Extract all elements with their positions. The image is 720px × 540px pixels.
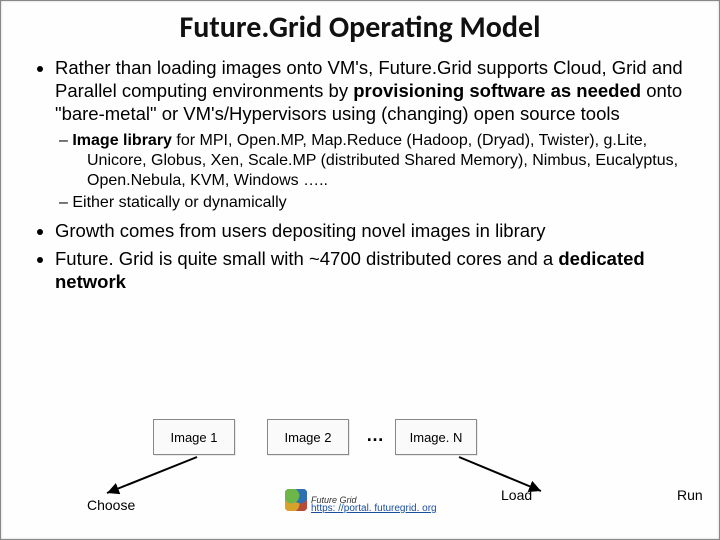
bullet-2: Growth comes from users depositing novel… [55,219,689,242]
arrow-choose [99,451,209,499]
sub-2: Either statically or dynamically [73,193,689,213]
sub-1: Image library for MPI, Open.MP, Map.Redu… [73,131,689,191]
bullet-list: Rather than loading images onto VM's, Fu… [31,56,689,293]
futuregrid-logo-icon [285,489,307,511]
ellipsis: … [366,425,384,446]
sub-list-1: Image library for MPI, Open.MP, Map.Redu… [55,131,689,213]
label-load: Load [501,487,532,503]
image-box-2: Image 2 [267,419,349,455]
sub-1-bold: Image library [72,132,172,149]
diagram: Image 1 Image 2 … Image. N Choose Load R… [1,419,719,539]
bullet-3-pre: Future. Grid is quite small with ~4700 d… [55,248,558,269]
image-box-1: Image 1 [153,419,235,455]
image-box-n: Image. N [395,419,477,455]
bullet-1-bold: provisioning software as needed [353,80,641,101]
slide: Future.Grid Operating Model Rather than … [1,1,719,539]
bullet-1: Rather than loading images onto VM's, Fu… [55,56,689,213]
portal-link[interactable]: https: //portal. futuregrid. org [311,503,437,514]
bullet-3: Future. Grid is quite small with ~4700 d… [55,247,689,293]
label-run: Run [677,487,703,503]
label-choose: Choose [87,497,135,513]
slide-title: Future.Grid Operating Model [31,9,689,46]
sub-1-post: for MPI, Open.MP, Map.Reduce (Hadoop, (D… [87,132,678,189]
